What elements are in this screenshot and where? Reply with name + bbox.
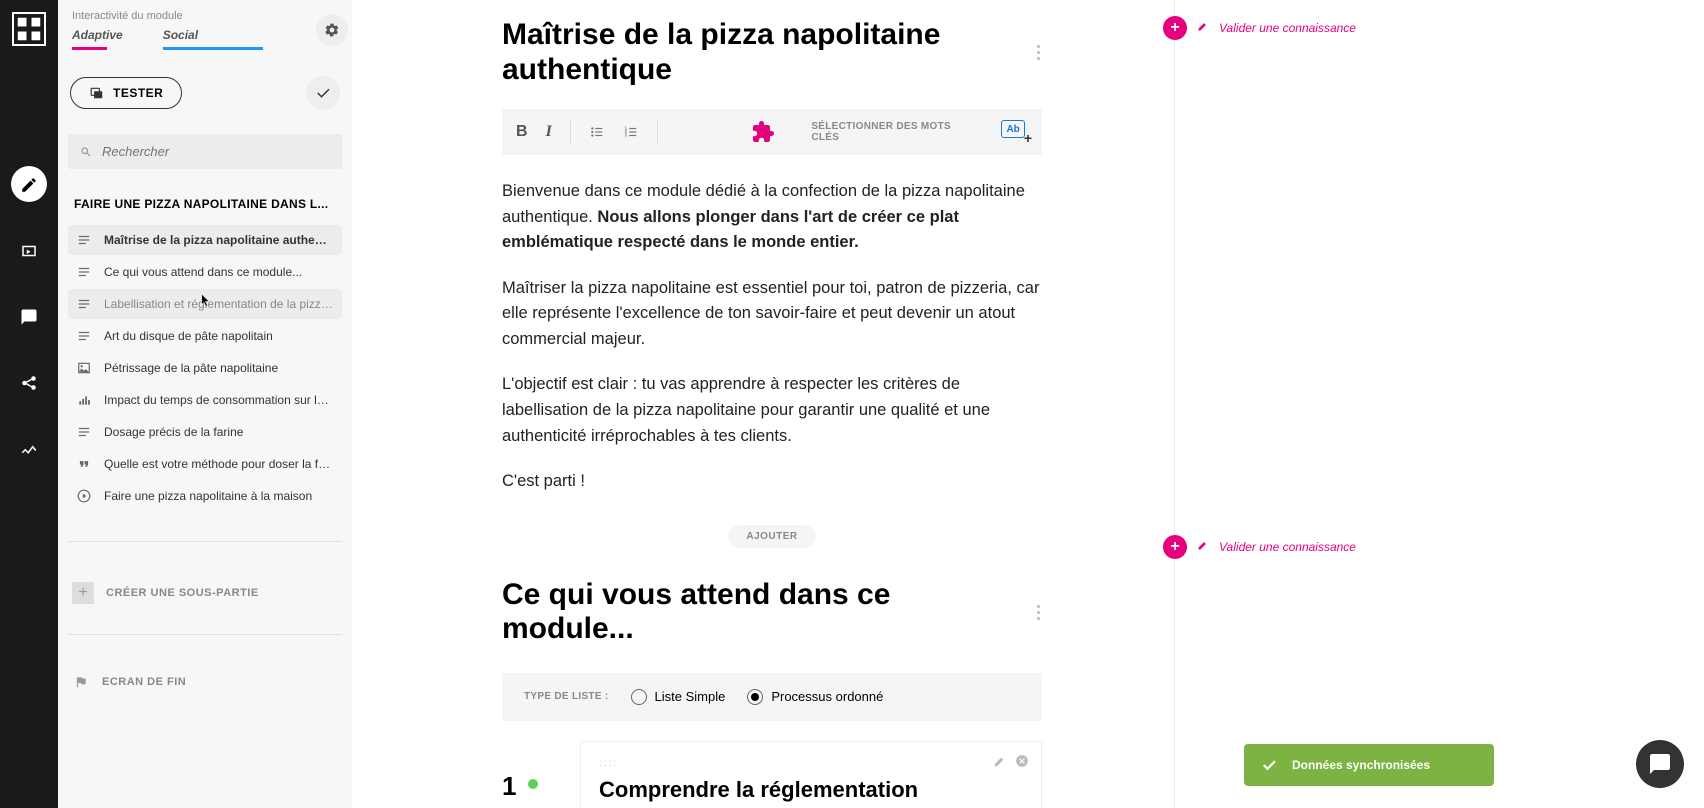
nav-item-label: Impact du temps de consommation sur la p… [104, 393, 334, 407]
nav-item[interactable]: Ce qui vous attend dans ce module... [68, 257, 342, 287]
nav-item[interactable]: Dosage précis de la farine [68, 417, 342, 447]
nav-item-icon [76, 265, 92, 279]
nav-item[interactable]: Quelle est votre méthode pour doser la f… [68, 449, 342, 479]
bold-button[interactable]: B [516, 123, 528, 141]
step-number: 1 [502, 771, 526, 802]
search-input-wrapper[interactable] [68, 134, 342, 169]
nav-item-icon [76, 361, 92, 375]
check-icon [314, 84, 332, 102]
pen-icon [1197, 538, 1209, 556]
step-dot-icon [528, 779, 538, 789]
plus-circle-icon: + [1163, 535, 1187, 559]
radio-ordered-process[interactable]: Processus ordonné [747, 689, 883, 705]
svg-text:3: 3 [624, 133, 627, 138]
step-title[interactable]: Comprendre la réglementation [599, 777, 1023, 803]
add-block-button[interactable]: AJOUTER [728, 525, 815, 548]
block1-title[interactable]: Maîtrise de la pizza napolitaine authent… [502, 18, 998, 87]
pen-icon [1197, 19, 1209, 37]
select-keywords-button[interactable]: SÉLECTIONNER DES MOTS CLÉS [811, 121, 975, 143]
nav-item-label: Ce qui vous attend dans ce module... [104, 265, 302, 279]
validate-knowledge-button-2[interactable]: + Valider une connaissance [1175, 535, 1356, 559]
tester-button[interactable]: TESTER [70, 77, 182, 109]
section-title: FAIRE UNE PIZZA NAPOLITAINE DANS L... [68, 197, 342, 211]
radio-simple-list[interactable]: Liste Simple [631, 689, 726, 705]
tab-social[interactable]: Social [163, 28, 198, 48]
app-logo[interactable] [12, 12, 46, 46]
nav-item-icon [76, 457, 92, 471]
block1-menu-button[interactable] [1022, 45, 1042, 60]
block2-menu-button[interactable] [1022, 605, 1042, 620]
nav-item[interactable]: Pétrissage de la pâte napolitaine [68, 353, 342, 383]
tab-adaptive[interactable]: Adaptive [72, 28, 123, 48]
nav-item-label: Labellisation et réglementation de la pi… [104, 297, 334, 311]
validate-knowledge-button-1[interactable]: + Valider une connaissance [1175, 16, 1356, 40]
delete-step-icon[interactable] [1015, 754, 1029, 768]
rail-library-button[interactable] [11, 232, 47, 268]
unordered-list-button[interactable] [589, 125, 605, 139]
nav-item-icon [76, 425, 92, 439]
flag-icon [74, 675, 88, 689]
search-icon [80, 146, 92, 158]
nav-item-label: Quelle est votre méthode pour doser la f… [104, 457, 334, 471]
nav-item-label: Maîtrise de la pizza napolitaine authent… [104, 233, 334, 247]
end-screen-label: ECRAN DE FIN [102, 676, 186, 688]
italic-button[interactable]: I [546, 123, 552, 141]
nav-item[interactable]: Labellisation et réglementation de la pi… [68, 289, 342, 319]
nav-item[interactable]: Impact du temps de consommation sur la p… [68, 385, 342, 415]
preview-icon [89, 86, 105, 100]
check-button[interactable] [306, 76, 340, 110]
rail-edit-button[interactable] [11, 166, 47, 202]
list-type-selector: TYPE DE LISTE : Liste Simple Processus o… [502, 673, 1042, 721]
nav-item[interactable]: Art du disque de pâte napolitain [68, 321, 342, 351]
highlight-button[interactable]: Ab + [1001, 120, 1028, 144]
search-input[interactable] [102, 144, 330, 159]
plus-icon: + [1024, 130, 1032, 146]
nav-item-icon [76, 329, 92, 343]
create-subpart-label: CRÉER UNE SOUS-PARTIE [106, 587, 259, 599]
plus-icon: + [72, 582, 94, 604]
nav-item-icon [76, 233, 92, 247]
block1-body[interactable]: Bienvenue dans ce module dédié à la conf… [502, 179, 1042, 495]
nav-item-icon [76, 297, 92, 311]
edit-step-icon[interactable] [993, 754, 1007, 768]
nav-item[interactable]: Maîtrise de la pizza napolitaine authent… [68, 225, 342, 255]
block2-title[interactable]: Ce qui vous attend dans ce module... [502, 578, 998, 647]
nav-item-label: Pétrissage de la pâte napolitaine [104, 361, 278, 375]
plus-circle-icon: + [1163, 16, 1187, 40]
settings-button[interactable] [316, 14, 348, 46]
rail-share-button[interactable] [11, 364, 47, 400]
sync-toast: Données synchronisées [1244, 744, 1494, 786]
rail-analytics-button[interactable] [11, 430, 47, 466]
drag-handle-icon[interactable]: :::: [599, 758, 1023, 769]
process-step-card[interactable]: :::: Comprendre la réglementation [580, 741, 1042, 808]
create-subpart-button[interactable]: + CRÉER UNE SOUS-PARTIE [68, 582, 342, 604]
nav-item-label: Dosage précis de la farine [104, 425, 243, 439]
puzzle-button[interactable] [751, 120, 775, 144]
nav-item[interactable]: Faire une pizza napolitaine à la maison [68, 481, 342, 511]
nav-item-icon [76, 393, 92, 407]
nav-item-label: Art du disque de pâte napolitain [104, 329, 273, 343]
end-screen-button[interactable]: ECRAN DE FIN [68, 675, 342, 689]
editor-toolbar: B I 123 SÉLECTIONNER DES MOTS CLÉS Ab + [502, 109, 1042, 155]
nav-item-label: Faire une pizza napolitaine à la maison [104, 489, 312, 503]
tester-label: TESTER [113, 86, 163, 100]
ordered-list-button[interactable]: 123 [623, 125, 639, 139]
rail-chat-button[interactable] [11, 298, 47, 334]
nav-item-icon [76, 489, 92, 503]
gear-icon [324, 22, 340, 38]
puzzle-icon [751, 120, 775, 144]
check-icon [1260, 756, 1278, 774]
interactivity-label: Interactivité du module [68, 8, 342, 24]
chat-launcher-button[interactable] [1636, 740, 1684, 788]
list-type-label: TYPE DE LISTE : [524, 691, 609, 702]
chat-icon [1648, 752, 1672, 776]
